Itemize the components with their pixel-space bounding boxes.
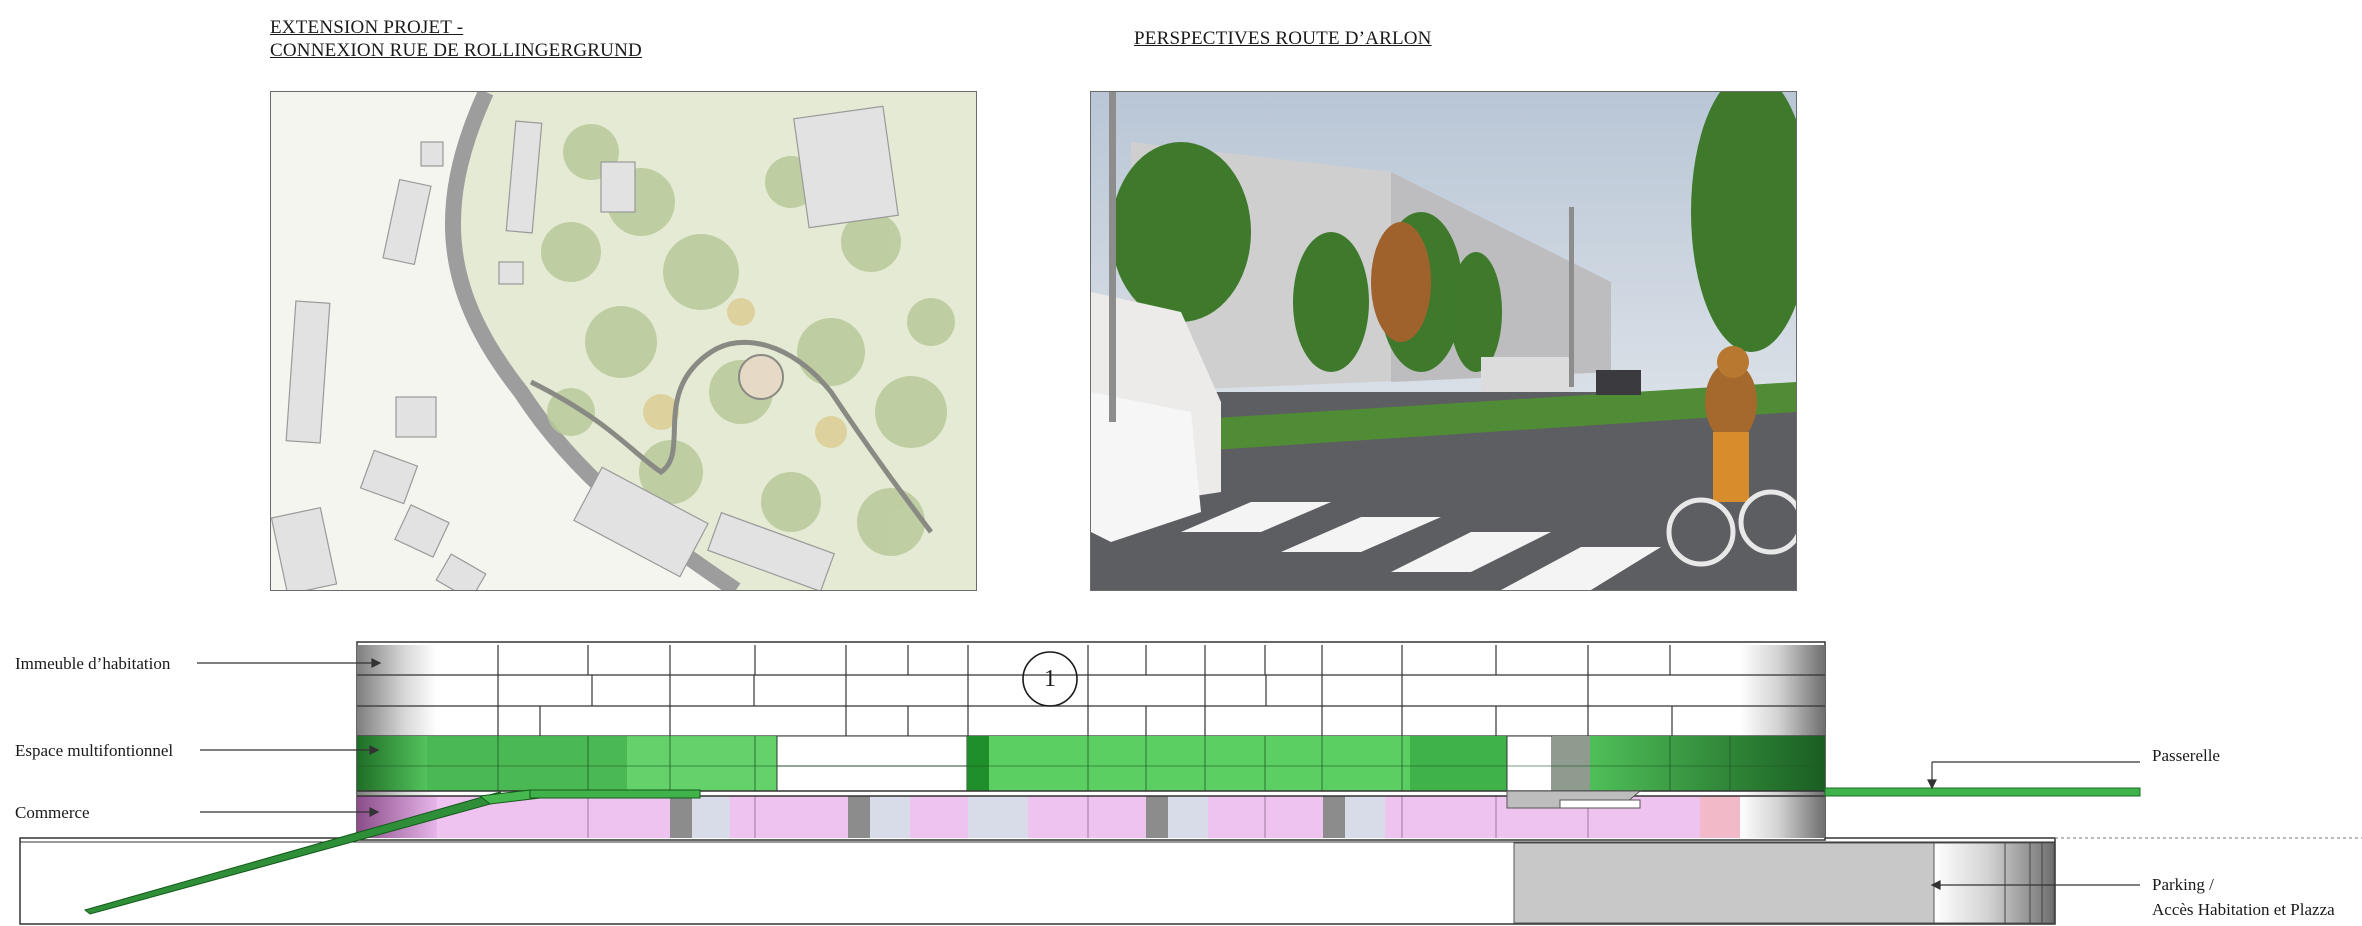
- label-multifunction: Espace multifontionnel: [15, 741, 174, 760]
- section-marker-number: 1: [1044, 666, 1056, 692]
- building-section-drawing: [19, 641, 2362, 925]
- label-housing: Immeuble d’habitation: [15, 654, 171, 673]
- label-footbridge: Passerelle: [2152, 746, 2220, 765]
- label-commerce: Commerce: [15, 803, 90, 822]
- label-parking-line2: Accès Habitation et Plazza: [2152, 900, 2335, 919]
- parking-level: [19, 837, 2362, 925]
- multifunction-level: [357, 735, 1825, 792]
- label-parking-line1: Parking /: [2152, 875, 2214, 894]
